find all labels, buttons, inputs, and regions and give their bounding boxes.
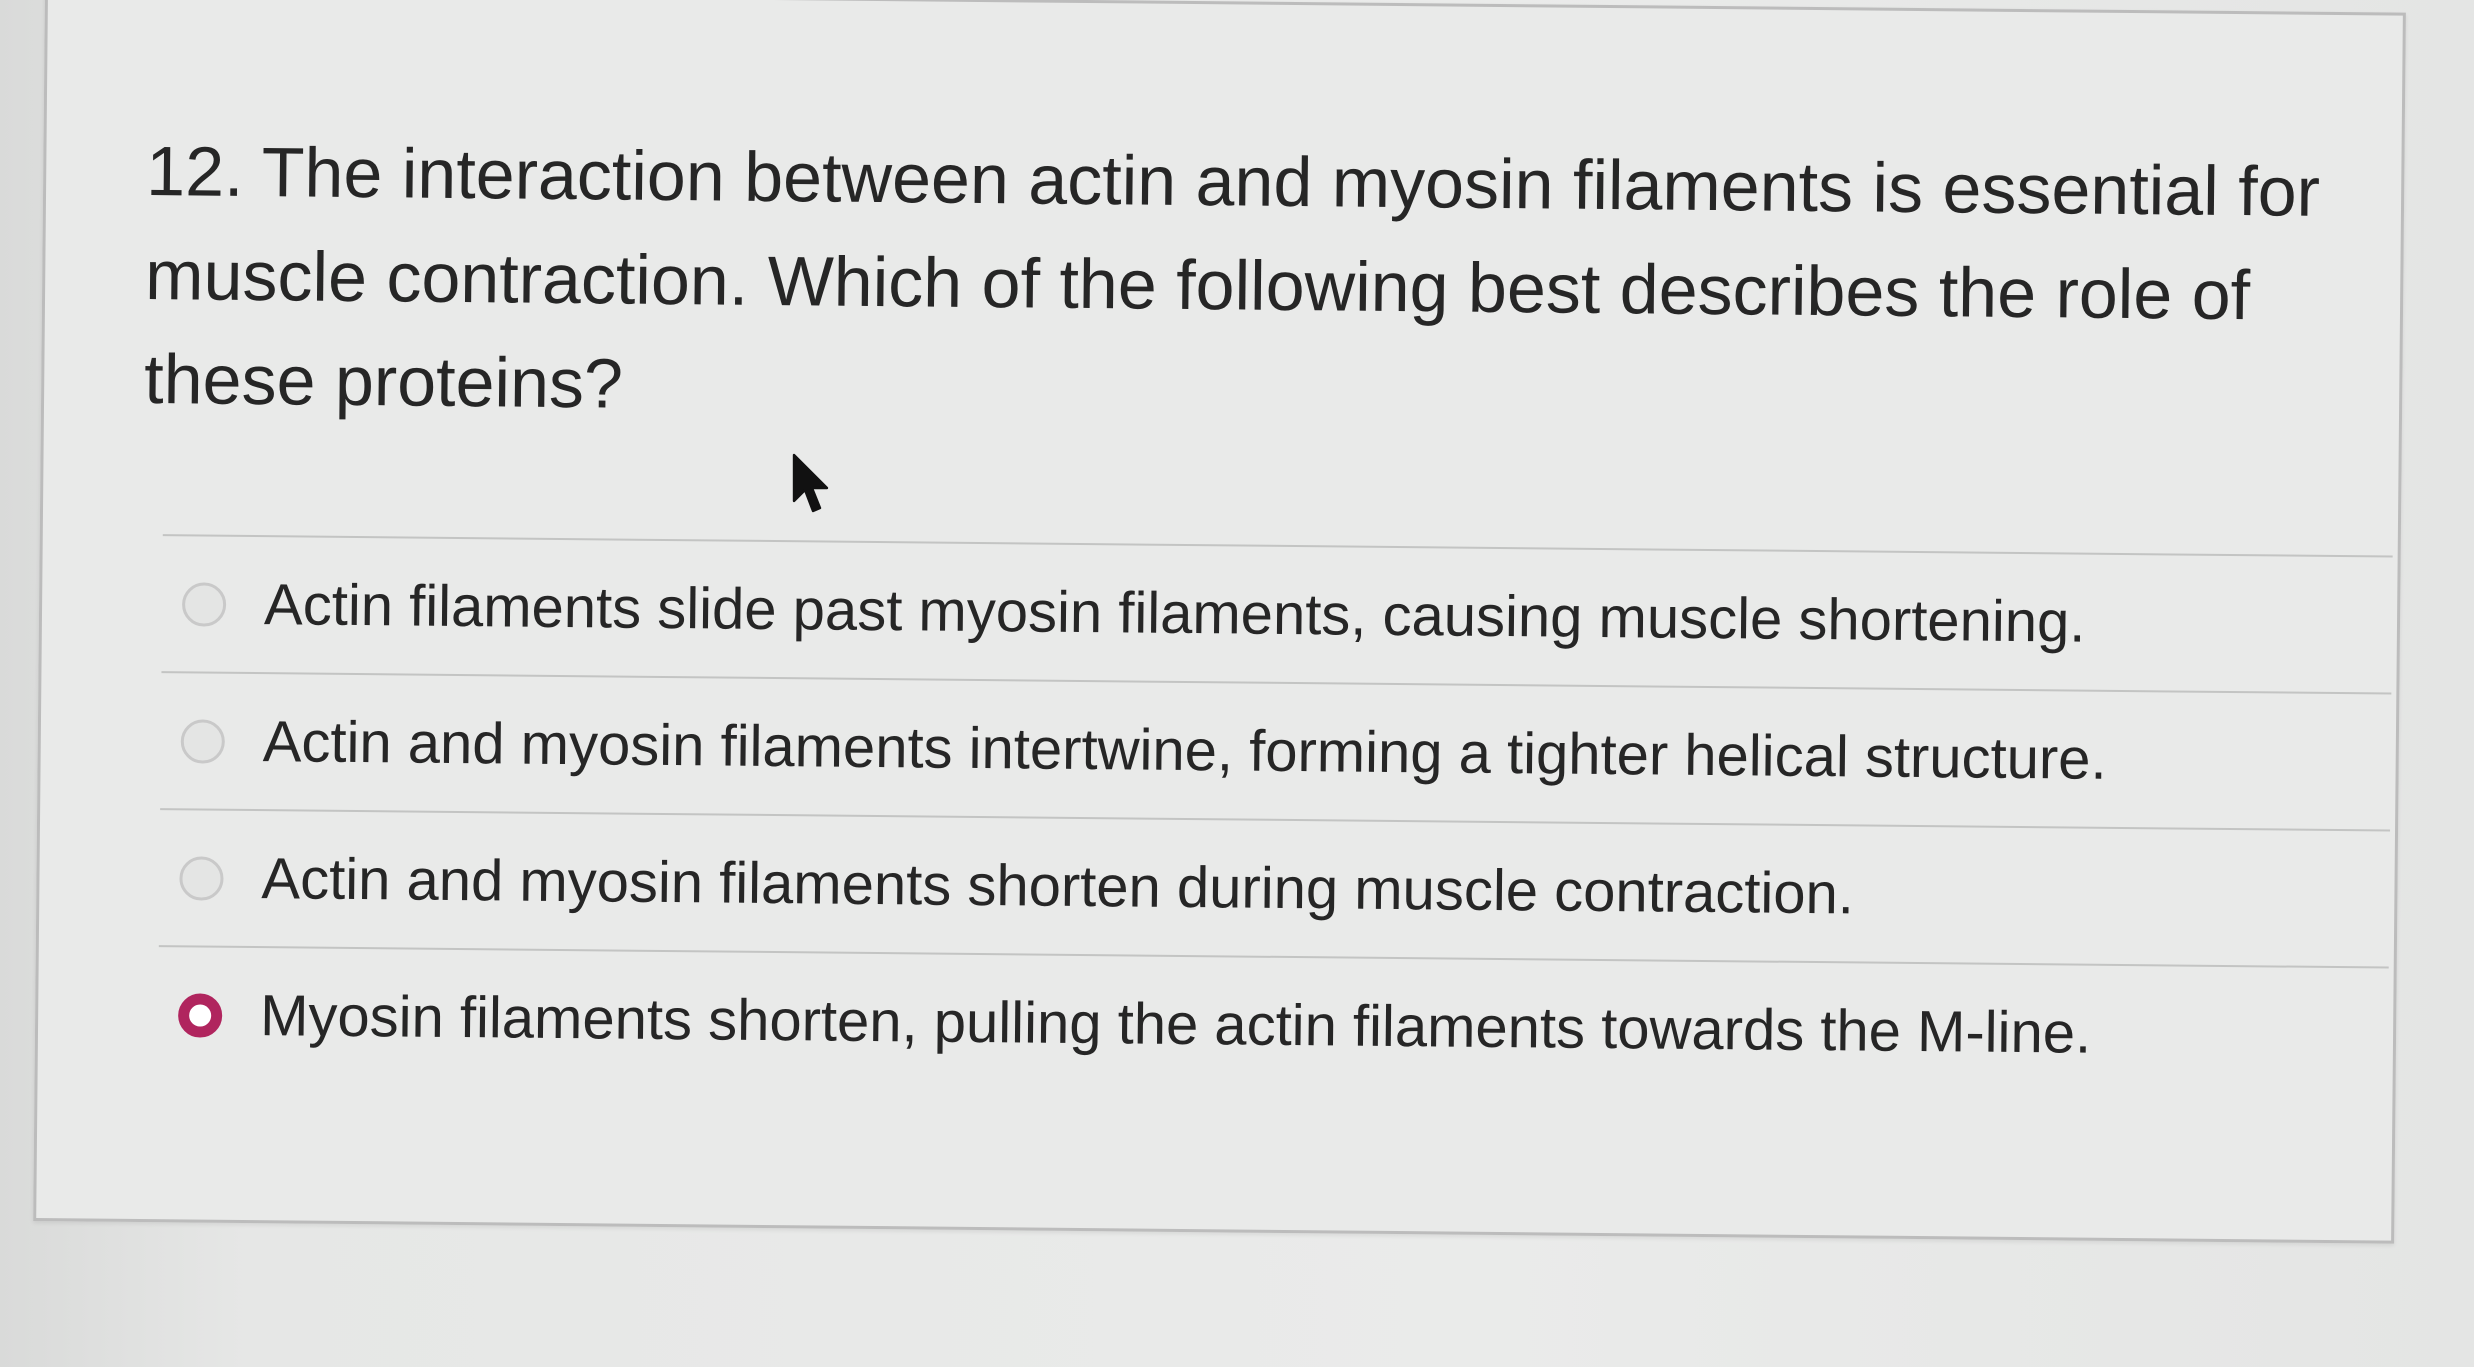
answer-option-4[interactable]: Myosin filaments shorten, pulling the ac… [158, 947, 2389, 1103]
answer-option-label: Actin and myosin filaments shorten durin… [261, 846, 1855, 927]
answer-option-label: Myosin filaments shorten, pulling the ac… [259, 983, 2092, 1066]
mouse-pointer-icon [792, 453, 829, 513]
radio-button-1[interactable] [181, 581, 227, 627]
answer-options: Actin filaments slide past myosin filame… [158, 534, 2393, 1103]
radio-button-3[interactable] [179, 855, 224, 901]
answer-option-3[interactable]: Actin and myosin filaments shorten durin… [159, 810, 2390, 966]
answer-option-label: Actin and myosin filaments intertwine, f… [262, 709, 2107, 792]
question-text: 12. The interaction between actin and my… [143, 131, 2321, 423]
answer-option-label: Actin filaments slide past myosin filame… [263, 572, 2086, 655]
answer-option-1[interactable]: Actin filaments slide past myosin filame… [161, 536, 2392, 692]
answer-option-2[interactable]: Actin and myosin filaments intertwine, f… [160, 673, 2391, 829]
radio-button-4-selected[interactable] [177, 992, 223, 1038]
radio-button-2[interactable] [180, 718, 226, 764]
question-card: 12. The interaction between actin and my… [33, 0, 2406, 1244]
